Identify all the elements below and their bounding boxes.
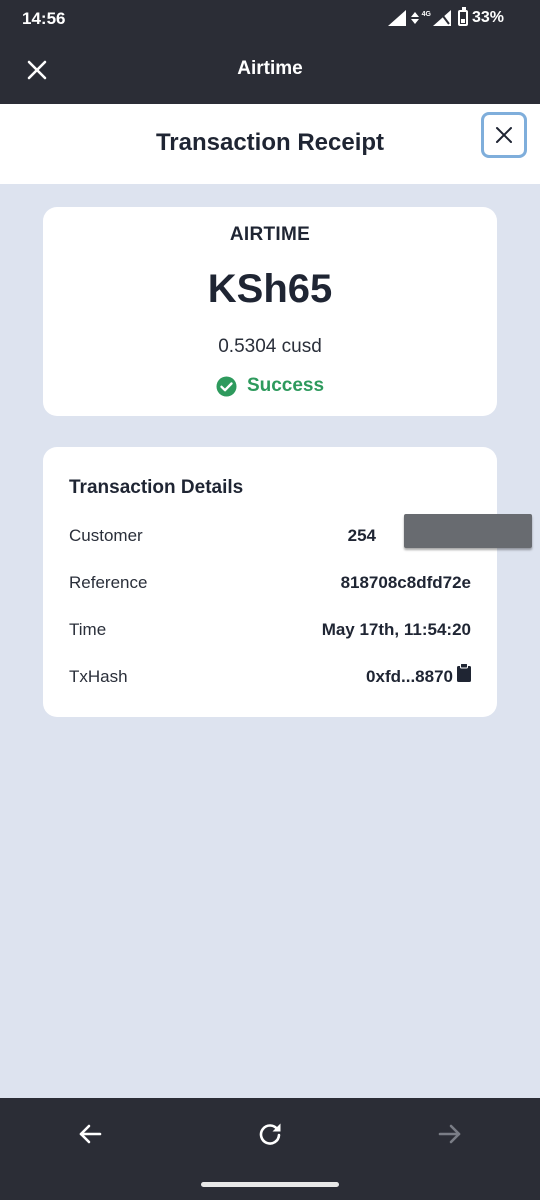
back-button[interactable] <box>68 1116 112 1152</box>
detail-label: Reference <box>69 573 148 592</box>
detail-row-reference: Reference 818708c8dfd72e <box>69 573 471 597</box>
redaction-block <box>404 514 532 548</box>
clipboard-icon[interactable] <box>456 663 472 683</box>
details-card: Transaction Details Customer 254 Referen… <box>43 447 532 717</box>
product-label: AIRTIME <box>229 224 311 245</box>
gesture-handle[interactable] <box>201 1182 339 1187</box>
forward-button[interactable] <box>428 1116 472 1152</box>
details-title: Transaction Details <box>69 477 244 498</box>
reload-button[interactable] <box>248 1116 292 1152</box>
close-icon <box>496 127 512 143</box>
detail-value: 254 <box>347 526 376 545</box>
crypto-amount: 0.5304 cusd <box>218 336 322 357</box>
status-bar: 14:56 4G 33% <box>0 0 540 38</box>
check-circle-icon <box>216 376 237 396</box>
data-arrows-icon <box>410 12 419 24</box>
status-time: 14:56 <box>22 9 66 28</box>
detail-label: TxHash <box>69 667 128 686</box>
arrow-right-icon <box>438 1124 461 1144</box>
reload-icon <box>259 1123 281 1145</box>
receipt-title: Transaction Receipt <box>155 129 385 156</box>
battery-icon <box>457 7 468 26</box>
status-text: Success <box>246 375 325 396</box>
detail-label: Time <box>69 620 107 639</box>
detail-value: May 17th, 11:54:20 <box>321 620 471 639</box>
arrow-left-icon <box>79 1124 102 1144</box>
detail-row-txhash: TxHash 0xfd...8870 <box>69 663 471 691</box>
app-title: Airtime <box>237 58 303 79</box>
network-type: 4G <box>421 10 431 18</box>
detail-row-time: Time May 17th, 11:54:20 <box>69 620 471 644</box>
signal-icon <box>387 10 406 26</box>
receipt-header: Transaction Receipt <box>0 104 540 184</box>
receipt-close-button[interactable] <box>481 112 527 158</box>
status-indicators: 4G 33% <box>387 7 504 27</box>
battery-percent: 33% <box>471 9 504 26</box>
amount: KSh65 <box>207 267 333 311</box>
detail-value: 0xfd...8870 <box>366 667 453 686</box>
signal-icon <box>432 10 451 26</box>
status-row: Success <box>43 375 497 397</box>
detail-row-customer: Customer 254 <box>69 514 532 550</box>
app-bar: Airtime <box>0 38 540 104</box>
detail-label: Customer <box>69 526 143 545</box>
bottom-nav <box>0 1098 540 1200</box>
summary-card: AIRTIME KSh65 0.5304 cusd Success <box>43 207 497 416</box>
detail-value: 818708c8dfd72e <box>340 573 471 592</box>
